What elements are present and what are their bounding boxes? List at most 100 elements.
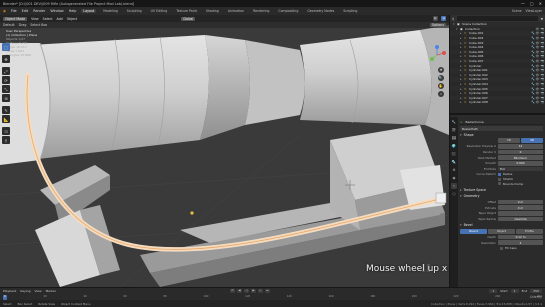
bevel-value-field[interactable]: 0.12 m — [498, 234, 543, 240]
curve-data-tab-icon[interactable]: ∿ — [451, 183, 457, 189]
outliner-row[interactable]: ▸ ▽ Cylinder.003 🔧 👁 📷 — [450, 77, 545, 82]
overlay-icon[interactable]: ◐ — [433, 16, 438, 21]
outliner-row[interactable]: ▾ ▣ Scene Collection — [450, 22, 545, 27]
bevel-mode-button[interactable]: Round — [460, 228, 487, 234]
options-dropdown[interactable]: Options — [429, 23, 446, 27]
bevel-mode-button[interactable]: Object — [488, 228, 515, 234]
end-frame-field[interactable]: 250 — [530, 289, 542, 293]
world-tab-icon[interactable]: 🌍 — [451, 143, 457, 149]
bevel-section[interactable]: ▾ Bevel — [460, 223, 543, 229]
fill-caps-box[interactable] — [500, 246, 503, 250]
render-visibility-icon[interactable]: 📷 — [540, 96, 545, 100]
rotate-tool-icon[interactable]: ⟳ — [2, 76, 10, 84]
outliner-search[interactable] — [457, 16, 538, 21]
shape-value-field[interactable]: 0 — [498, 149, 543, 155]
shape-value-field[interactable]: 12 — [498, 143, 543, 149]
geometry-value-field[interactable]: 0 m — [498, 199, 543, 205]
workspace-tab-texture-paint[interactable]: Texture Paint — [174, 9, 199, 13]
outliner-row[interactable]: ▸ ▽ Cube.002 🔧 👁 📷 — [450, 36, 545, 41]
workspace-tab-compositing[interactable]: Compositing — [276, 9, 300, 13]
view-menu[interactable]: View — [34, 289, 41, 293]
shading-solid-icon[interactable]: ◑ — [441, 16, 446, 21]
outliner-row[interactable]: ▸ ▽ Cube.006 🔧 👁 📷 — [450, 54, 545, 59]
physics-tab-icon[interactable]: ⚙ — [451, 167, 457, 173]
outliner-row[interactable]: ▸ ▽ Cylinder.006 🔧 👁 📷 — [450, 91, 545, 96]
render-visibility-icon[interactable]: 📷 — [540, 77, 545, 81]
drag-label[interactable]: Drag — [19, 23, 27, 27]
play-reverse-icon[interactable]: ◁ — [243, 289, 249, 293]
tool-tab-icon[interactable]: 🔧 — [451, 119, 457, 125]
render-tab-icon[interactable]: 🎬 — [451, 127, 457, 133]
marker-menu[interactable]: Marker — [46, 289, 56, 293]
workspace-tab-rendering[interactable]: Rendering — [251, 9, 271, 13]
play-icon[interactable]: ▶ — [250, 289, 256, 293]
fill-caps-checkbox[interactable]: Fill Caps — [460, 246, 543, 251]
render-visibility-icon[interactable]: 📷 — [540, 31, 545, 35]
workspace-tab-shading[interactable]: Shading — [204, 9, 221, 13]
move-tool-icon[interactable]: ⤢ — [2, 67, 10, 75]
render-visibility-icon[interactable]: 📷 — [540, 91, 545, 95]
transform-tool-icon[interactable]: ⊞ — [2, 94, 10, 102]
outliner-row[interactable]: ▸ ▽ Cylinder 🔧 👁 📷 — [450, 63, 545, 68]
transform-orientation[interactable]: Global — [181, 16, 196, 21]
render-visibility-icon[interactable]: 📷 — [540, 68, 545, 72]
outliner-row[interactable]: ▾ ▣ Collection 👁 📷 — [450, 27, 545, 32]
render-visibility-icon[interactable]: 📷 — [540, 64, 545, 68]
checkbox-box[interactable] — [498, 172, 501, 176]
jump-start-icon[interactable]: ⏮ — [229, 289, 235, 293]
outliner-row[interactable]: ▸ ▽ Cube.005 🔧 👁 📷 — [450, 49, 545, 55]
checkbox-box[interactable] — [498, 177, 501, 181]
output-tab-icon[interactable]: 🖼 — [451, 135, 457, 141]
menu-help[interactable]: Help — [69, 9, 77, 13]
next-keyframe-icon[interactable]: ▷ — [257, 289, 263, 293]
mode-selector[interactable]: Object Mode — [3, 16, 28, 21]
workspace-tab-layout[interactable]: Layout — [81, 9, 97, 13]
measure-tool-icon[interactable]: 📐 — [2, 115, 10, 123]
select-box-label[interactable]: Select Box — [30, 23, 47, 27]
menu-file[interactable]: File — [11, 9, 17, 13]
render-visibility-icon[interactable]: 📷 — [540, 50, 545, 54]
render-visibility-icon[interactable]: 📷 — [540, 27, 545, 31]
outliner-row[interactable]: ▸ ▽ Cube.004 🔧 👁 📷 — [450, 45, 545, 50]
outliner-row[interactable]: ▸ ▽ Cube.007 🔧 👁 📷 — [450, 58, 545, 64]
render-visibility-icon[interactable]: 📷 — [540, 54, 545, 58]
maximize-button[interactable]: ▢ — [530, 1, 534, 6]
data-name-field[interactable]: BezierPath — [460, 126, 543, 131]
outliner-row[interactable]: ▸ ▽ Cylinder.002 🔧 👁 📷 — [450, 73, 545, 78]
navigation-gizmo[interactable] — [427, 45, 447, 65]
workspace-tab-sculpting[interactable]: Sculpting — [125, 9, 144, 13]
object-name[interactable]: BezierCurve — [466, 120, 484, 124]
current-frame-field[interactable]: 1 — [489, 289, 498, 293]
outliner-row[interactable]: ▸ ▽ Cylinder.001 🔧 👁 📷 — [450, 67, 545, 73]
scene-render[interactable] — [0, 15, 449, 287]
funnel-icon[interactable]: ▼ — [541, 17, 543, 21]
outliner-row[interactable]: ▸ ▽ Cylinder.008 🔧 👁 📷 — [450, 100, 545, 105]
render-visibility-icon[interactable]: 📷 — [540, 59, 545, 63]
workspace-tab-uv-editing[interactable]: UV Editing — [149, 9, 170, 13]
shape-section-header[interactable]: ▾ Shape — [460, 132, 543, 138]
checkbox-box[interactable] — [498, 182, 501, 186]
curve-deform-checkbox[interactable]: Bounds Clamp — [498, 181, 543, 186]
orientation-label[interactable]: Default — [3, 23, 15, 27]
jump-end-icon[interactable]: ⏭ — [264, 289, 270, 293]
filter-icon[interactable]: ⚲ — [452, 17, 454, 21]
dim-3d-button[interactable]: 3D — [521, 138, 543, 143]
start-frame-field[interactable]: 1 — [510, 289, 519, 293]
workspace-tab-scripting[interactable]: Scripting — [341, 9, 359, 13]
workspace-tab-modeling[interactable]: Modeling — [101, 9, 120, 13]
render-visibility-icon[interactable]: 📷 — [540, 36, 545, 40]
material-tab-icon[interactable]: ⬡ — [451, 191, 457, 197]
bevel-mode-button[interactable]: Profile — [516, 228, 543, 234]
geometry-section[interactable]: ▾ Geometry — [460, 193, 543, 199]
annotate-tool-icon[interactable]: ✎ — [2, 106, 10, 114]
geometry-value-field[interactable]: Override — [498, 216, 543, 222]
scale-tool-icon[interactable]: ⤡ — [2, 85, 10, 93]
outliner-row[interactable]: ▸ ▽ Cylinder.004 🔧 👁 📷 — [450, 82, 545, 87]
outliner-row[interactable]: ▸ ▽ Cube.003 🔧 👁 📷 — [450, 40, 545, 45]
keying-menu[interactable]: Keying — [20, 289, 30, 293]
pan-icon[interactable]: ✥ — [438, 67, 444, 73]
constraint-tab-icon[interactable]: ◉ — [451, 175, 457, 181]
render-visibility-icon[interactable]: 📷 — [540, 82, 545, 86]
menu-edit[interactable]: Edit — [22, 9, 29, 13]
add-cube-tool-icon[interactable]: ⊡ — [2, 127, 10, 135]
